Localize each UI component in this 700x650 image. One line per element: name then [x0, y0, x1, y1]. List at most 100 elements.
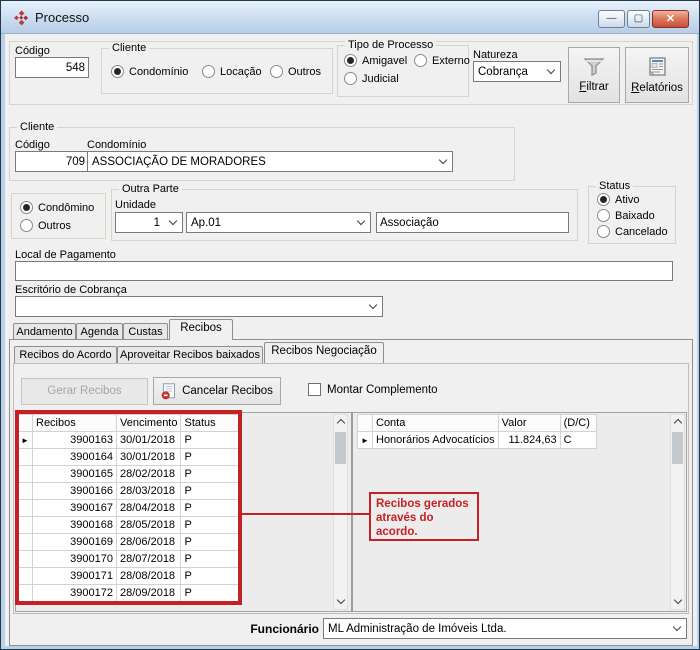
relatorios-button[interactable]: Relatórios — [625, 47, 689, 103]
table-row[interactable]: 390016430/01/2018P — [18, 449, 239, 466]
row-header-column[interactable] — [18, 415, 33, 432]
radio-condominio[interactable]: Condomínio — [111, 65, 188, 78]
tab-custas[interactable]: Custas — [123, 323, 168, 340]
cell[interactable]: P — [181, 568, 239, 585]
radio-cancelado[interactable]: Cancelado — [597, 225, 668, 238]
row-selector-cell[interactable] — [18, 500, 33, 517]
maximize-button[interactable]: ▢ — [627, 10, 650, 28]
cell[interactable]: C — [560, 432, 596, 449]
cliente-codigo-input[interactable] — [15, 151, 89, 172]
column-header[interactable]: Recibos — [33, 415, 117, 432]
tab-recibos[interactable]: Recibos — [169, 319, 233, 340]
local-pagamento-input[interactable] — [15, 261, 673, 281]
scrollbar-thumb[interactable] — [672, 432, 683, 464]
cell[interactable]: P — [181, 449, 239, 466]
condominio-combobox[interactable]: ASSOCIAÇÃO DE MORADORES — [87, 151, 453, 172]
funcionario-combobox[interactable]: ML Administração de Imóveis Ltda. — [323, 618, 687, 639]
column-header[interactable]: Status — [181, 415, 239, 432]
cell[interactable]: 28/05/2018 — [117, 517, 181, 534]
row-selector-cell[interactable] — [18, 449, 33, 466]
scrollbar-thumb[interactable] — [335, 432, 346, 464]
row-selector-cell[interactable] — [18, 585, 33, 602]
recibos-table[interactable]: RecibosVencimentoStatus►390016330/01/201… — [17, 414, 239, 602]
cell[interactable]: 11.824,63 — [498, 432, 560, 449]
row-selector-cell[interactable] — [18, 568, 33, 585]
recibos-scrollbar[interactable] — [333, 414, 348, 610]
table-row[interactable]: 390016528/02/2018P — [18, 466, 239, 483]
cell[interactable]: 28/04/2018 — [117, 500, 181, 517]
row-selector-cell[interactable] — [18, 483, 33, 500]
cell[interactable]: 3900171 — [33, 568, 117, 585]
scroll-up-icon[interactable] — [334, 415, 347, 430]
cell[interactable]: 3900166 — [33, 483, 117, 500]
cell[interactable]: 30/01/2018 — [117, 449, 181, 466]
cell[interactable]: P — [181, 534, 239, 551]
radio-locacao[interactable]: Locação — [202, 65, 262, 78]
table-row[interactable]: 390017128/08/2018P — [18, 568, 239, 585]
row-selector-cell[interactable] — [18, 534, 33, 551]
table-row[interactable]: 390017028/07/2018P — [18, 551, 239, 568]
cell[interactable]: 28/07/2018 — [117, 551, 181, 568]
cell[interactable]: P — [181, 500, 239, 517]
cell[interactable]: 28/09/2018 — [117, 585, 181, 602]
radio-judicial[interactable]: Judicial — [344, 72, 399, 85]
cell[interactable]: 3900163 — [33, 432, 117, 449]
subtab-recibos-do-acordo[interactable]: Recibos do Acordo — [14, 346, 117, 363]
cell[interactable]: 30/01/2018 — [117, 432, 181, 449]
cell[interactable]: 3900167 — [33, 500, 117, 517]
column-header[interactable]: Valor — [498, 415, 560, 432]
filtrar-button[interactable]: Filtrar — [568, 47, 620, 103]
table-row[interactable]: 390016928/06/2018P — [18, 534, 239, 551]
radio-outros-cliente[interactable]: Outros — [270, 65, 321, 78]
cell[interactable]: Honorários Advocatícios — [373, 432, 499, 449]
row-selector-cell[interactable] — [18, 551, 33, 568]
table-row[interactable]: 390016828/05/2018P — [18, 517, 239, 534]
cell[interactable]: 3900165 — [33, 466, 117, 483]
unidade-descricao-combobox[interactable]: Ap.01 — [186, 212, 371, 233]
montar-complemento-checkbox[interactable] — [308, 383, 321, 396]
subtab-recibos-negociacao[interactable]: Recibos Negociação — [264, 342, 384, 363]
table-row[interactable]: 390017228/09/2018P — [18, 585, 239, 602]
cell[interactable]: P — [181, 466, 239, 483]
cell[interactable]: P — [181, 517, 239, 534]
tab-agenda[interactable]: Agenda — [76, 323, 123, 340]
codigo-input[interactable] — [15, 57, 89, 78]
cell[interactable]: 3900170 — [33, 551, 117, 568]
row-selector-cell[interactable] — [18, 466, 33, 483]
radio-outros-parte[interactable]: Outros — [20, 219, 71, 232]
cell[interactable]: 28/06/2018 — [117, 534, 181, 551]
table-row[interactable]: ►390016330/01/2018P — [18, 432, 239, 449]
cell[interactable]: 3900169 — [33, 534, 117, 551]
cell[interactable]: 28/02/2018 — [117, 466, 181, 483]
scroll-down-icon[interactable] — [334, 594, 347, 609]
title-bar[interactable]: Processo — ▢ ✕ — [1, 1, 699, 34]
radio-baixado[interactable]: Baixado — [597, 209, 655, 222]
close-button[interactable]: ✕ — [652, 10, 689, 28]
parte-nome-input[interactable] — [376, 212, 569, 233]
cell[interactable]: P — [181, 483, 239, 500]
cell[interactable]: P — [181, 432, 239, 449]
radio-externo[interactable]: Externo — [414, 54, 470, 67]
cell[interactable]: 3900172 — [33, 585, 117, 602]
scroll-up-icon[interactable] — [671, 415, 684, 430]
cell[interactable]: 3900168 — [33, 517, 117, 534]
unidade-numero-combobox[interactable]: 1 — [115, 212, 183, 233]
column-header[interactable]: Vencimento — [117, 415, 181, 432]
row-selector-cell[interactable] — [18, 517, 33, 534]
minimize-button[interactable]: — — [598, 10, 625, 28]
radio-amigavel[interactable]: Amigavel — [344, 54, 407, 67]
column-header[interactable]: Conta — [373, 415, 499, 432]
tab-andamento[interactable]: Andamento — [13, 323, 76, 340]
cancelar-recibos-button[interactable]: Cancelar Recibos — [153, 377, 281, 405]
conta-table[interactable]: ContaValor(D/C)►Honorários Advocatícios1… — [357, 414, 597, 449]
natureza-combobox[interactable]: Cobrança — [473, 61, 561, 82]
column-header[interactable]: (D/C) — [560, 415, 596, 432]
table-row[interactable]: 390016728/04/2018P — [18, 500, 239, 517]
gerar-recibos-button[interactable]: Gerar Recibos — [21, 378, 148, 405]
row-selector-icon[interactable]: ► — [18, 432, 33, 449]
radio-ativo[interactable]: Ativo — [597, 193, 639, 206]
conta-scrollbar[interactable] — [670, 414, 685, 610]
cell[interactable]: P — [181, 551, 239, 568]
cell[interactable]: 28/08/2018 — [117, 568, 181, 585]
cell[interactable]: 28/03/2018 — [117, 483, 181, 500]
